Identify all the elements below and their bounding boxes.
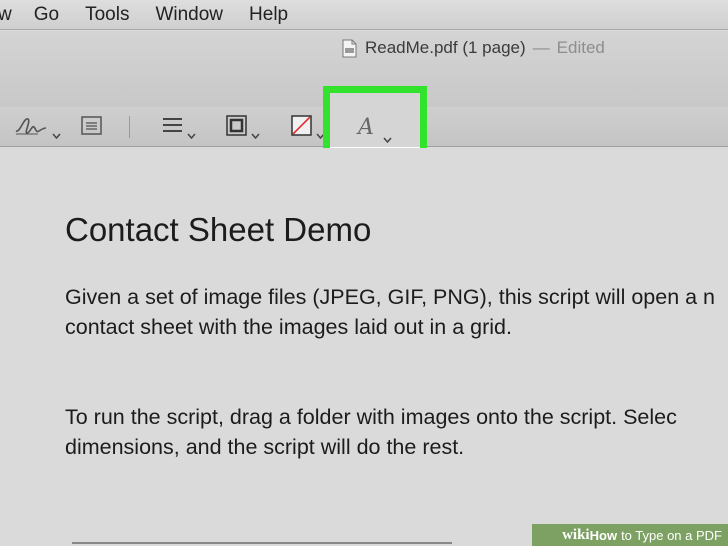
note-icon <box>81 115 102 139</box>
paragraph-line: contact sheet with the images laid out i… <box>65 315 512 339</box>
menu-item-help[interactable]: Help <box>249 4 288 26</box>
document-rule <box>72 542 452 544</box>
shape-style-tool-button[interactable] <box>162 114 196 140</box>
border-color-tool-button[interactable] <box>226 114 260 140</box>
note-tool-button[interactable] <box>81 114 102 140</box>
menu-item-go[interactable]: Go <box>34 4 59 26</box>
menu-bar: w Go Tools Window Help <box>0 0 728 30</box>
title-separator: — <box>532 38 550 57</box>
window-title[interactable]: ReadMe.pdf (1 page) — Edited <box>342 38 605 58</box>
signature-icon <box>14 113 48 141</box>
menu-item-window[interactable]: Window <box>155 4 223 26</box>
sign-tool-button[interactable] <box>14 114 61 140</box>
text-style-tool-button[interactable]: A <box>358 113 392 144</box>
font-icon: A <box>358 114 374 140</box>
chevron-down-icon <box>316 124 325 140</box>
toolbar-separator <box>129 116 130 138</box>
document-name: ReadMe.pdf (1 page) <box>365 38 526 57</box>
chevron-down-icon <box>383 124 392 144</box>
menu-item-tools[interactable]: Tools <box>85 4 129 26</box>
menu-item-window-partial[interactable]: w <box>0 4 12 26</box>
watermark-text: to Type on a PDF <box>621 527 722 543</box>
paragraph-line: To run the script, drag a folder with im… <box>65 405 677 429</box>
border-color-icon <box>226 114 247 140</box>
chevron-down-icon <box>251 124 260 140</box>
watermark-how: How <box>589 527 618 543</box>
fill-color-icon <box>291 114 312 140</box>
document-paragraph-2: To run the script, drag a folder with im… <box>65 402 677 462</box>
edited-status: Edited <box>556 38 605 57</box>
chevron-down-icon <box>187 124 196 140</box>
paragraph-line: Given a set of image files (JPEG, GIF, P… <box>65 285 716 309</box>
paragraph-line: dimensions, and the script will do the r… <box>65 435 465 459</box>
wikihow-watermark: wiki How to Type on a PDF <box>532 524 728 546</box>
document-paragraph-1: Given a set of image files (JPEG, GIF, P… <box>65 282 715 342</box>
fill-color-tool-button[interactable] <box>291 114 325 140</box>
watermark-wiki: wiki <box>562 526 590 543</box>
chevron-down-icon <box>52 124 61 140</box>
pdf-page <box>0 148 728 546</box>
pdf-document-icon <box>342 39 357 58</box>
line-style-icon <box>162 116 183 138</box>
document-heading: Contact Sheet Demo <box>65 211 372 248</box>
